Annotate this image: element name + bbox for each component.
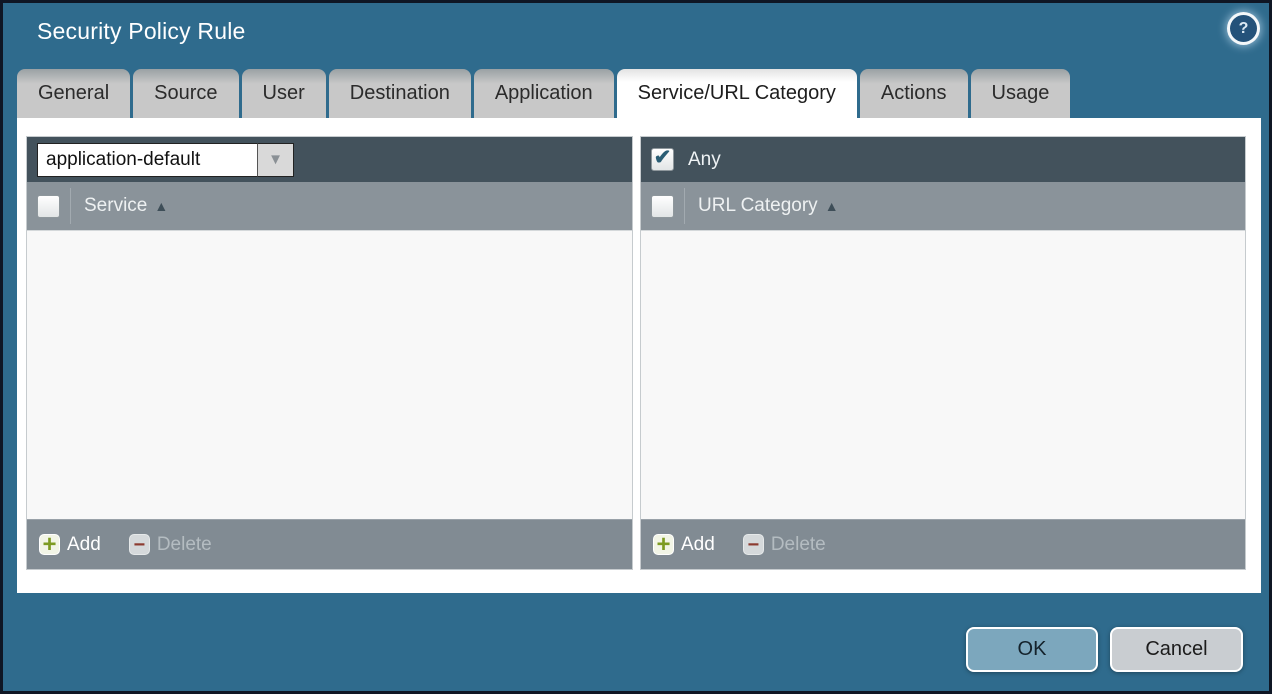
delete-button-label: Delete <box>157 534 212 556</box>
url-category-add-button[interactable]: + Add <box>653 534 715 556</box>
header-divider <box>684 188 685 224</box>
tab-actions[interactable]: Actions <box>860 69 968 118</box>
plus-icon: + <box>39 534 60 555</box>
tab-user[interactable]: User <box>242 69 326 118</box>
url-category-table-header: URL Category ▲ <box>641 182 1245 231</box>
minus-icon: − <box>129 534 150 555</box>
tab-general[interactable]: General <box>17 69 130 118</box>
tab-label: User <box>263 82 305 105</box>
service-table-header: Service ▲ <box>27 182 632 231</box>
tab-label: Service/URL Category <box>638 82 836 105</box>
service-delete-button[interactable]: − Delete <box>129 534 212 556</box>
url-category-table-body[interactable] <box>641 231 1245 519</box>
dialog-title: Security Policy Rule <box>37 18 246 45</box>
any-checkbox[interactable]: ✔ <box>651 148 674 171</box>
tab-label: Usage <box>992 82 1050 105</box>
tab-label: Actions <box>881 82 947 105</box>
service-table-body[interactable] <box>27 231 632 519</box>
tab-label: General <box>38 82 109 105</box>
tab-usage[interactable]: Usage <box>971 69 1071 118</box>
plus-icon: + <box>653 534 674 555</box>
tab-source[interactable]: Source <box>133 69 238 118</box>
tab-bar: General Source User Destination Applicat… <box>17 69 1070 118</box>
add-button-label: Add <box>67 534 101 556</box>
url-category-panel: ✔ Any URL Category ▲ + Add − Delete <box>640 136 1246 570</box>
service-select-all-checkbox[interactable] <box>37 195 60 218</box>
checkmark-icon: ✔ <box>654 147 672 168</box>
tab-label: Source <box>154 82 217 105</box>
tab-destination[interactable]: Destination <box>329 69 471 118</box>
url-category-column-label[interactable]: URL Category <box>698 195 818 217</box>
minus-icon: − <box>743 534 764 555</box>
header-divider <box>70 188 71 224</box>
help-icon[interactable]: ? <box>1230 15 1257 42</box>
tab-label: Application <box>495 82 593 105</box>
add-button-label: Add <box>681 534 715 556</box>
service-dropdown-bar: ▼ <box>27 137 632 182</box>
service-type-dropdown-button[interactable]: ▼ <box>257 143 294 177</box>
url-category-table-footer: + Add − Delete <box>641 519 1245 569</box>
ok-button[interactable]: OK <box>966 627 1098 672</box>
sort-ascending-icon[interactable]: ▲ <box>154 198 168 214</box>
url-category-delete-button[interactable]: − Delete <box>743 534 826 556</box>
service-column-label[interactable]: Service <box>84 195 147 217</box>
tab-service-url-category[interactable]: Service/URL Category <box>617 69 857 118</box>
cancel-button[interactable]: Cancel <box>1110 627 1243 672</box>
tab-label: Destination <box>350 82 450 105</box>
tab-application[interactable]: Application <box>474 69 614 118</box>
service-table-footer: + Add − Delete <box>27 519 632 569</box>
service-type-input[interactable] <box>37 143 257 177</box>
url-category-select-all-checkbox[interactable] <box>651 195 674 218</box>
url-category-any-bar: ✔ Any <box>641 137 1245 182</box>
service-type-combobox: ▼ <box>37 143 294 177</box>
any-label: Any <box>688 149 721 171</box>
service-panel: ▼ Service ▲ + Add − Delete <box>26 136 633 570</box>
chevron-down-icon: ▼ <box>268 151 283 168</box>
sort-ascending-icon[interactable]: ▲ <box>825 198 839 214</box>
service-add-button[interactable]: + Add <box>39 534 101 556</box>
help-icon-glyph: ? <box>1239 20 1249 38</box>
delete-button-label: Delete <box>771 534 826 556</box>
security-policy-rule-dialog: Security Policy Rule ? General Source Us… <box>0 0 1272 694</box>
